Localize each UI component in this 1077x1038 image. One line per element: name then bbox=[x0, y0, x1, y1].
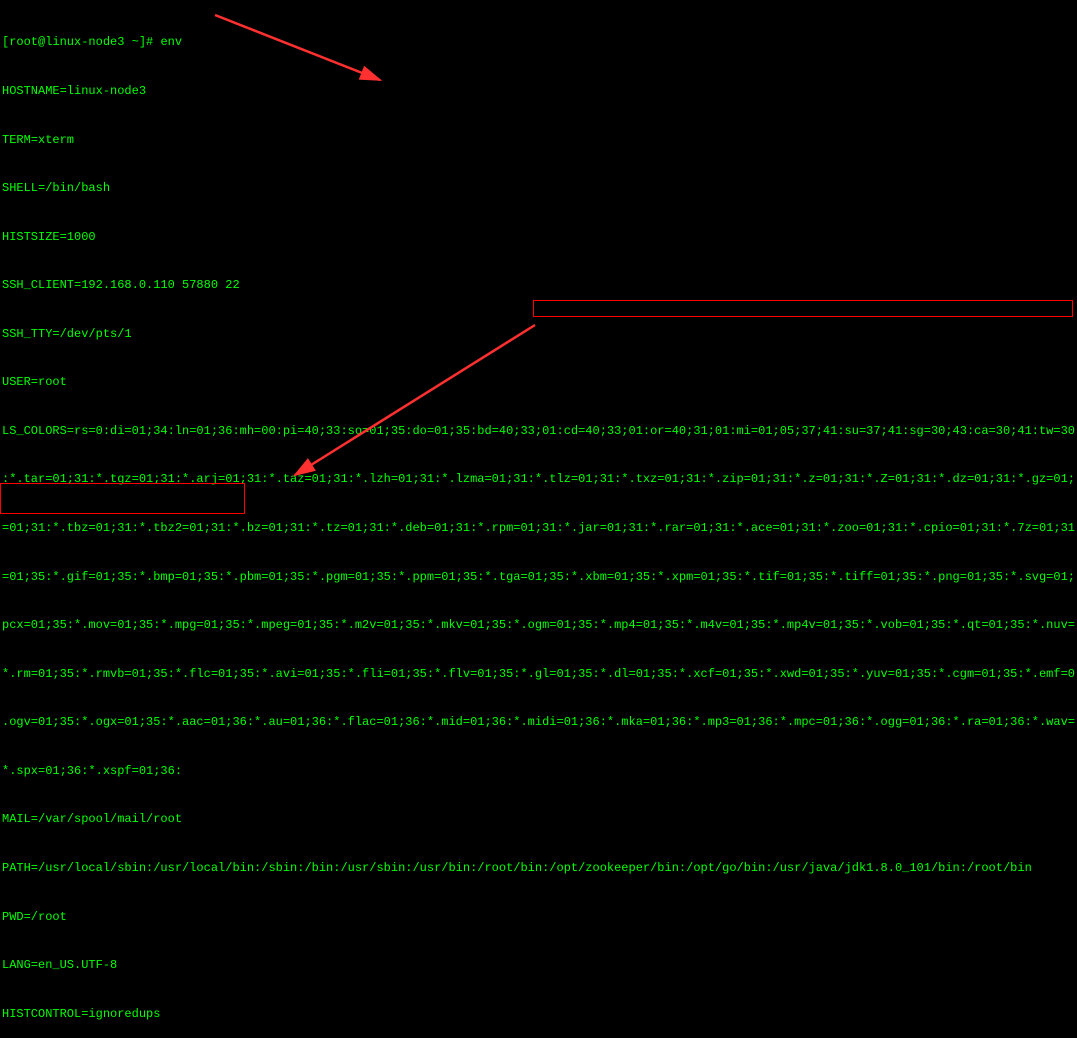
terminal-output: [root@linux-node3 ~]# env HOSTNAME=linux… bbox=[2, 2, 1075, 1038]
env-line: USER=root bbox=[2, 374, 1075, 390]
env-line: TERM=xterm bbox=[2, 132, 1075, 148]
shell-prompt: [root@linux-node3 ~]# bbox=[2, 35, 160, 49]
env-line: SSH_CLIENT=192.168.0.110 57880 22 bbox=[2, 277, 1075, 293]
env-line: MAIL=/var/spool/mail/root bbox=[2, 811, 1075, 827]
env-line: *.spx=01;36:*.xspf=01;36: bbox=[2, 763, 1075, 779]
env-line: PWD=/root bbox=[2, 909, 1075, 925]
env-line: :*.tar=01;31:*.tgz=01;31:*.arj=01;31:*.t… bbox=[2, 471, 1075, 487]
env-line: HOSTNAME=linux-node3 bbox=[2, 83, 1075, 99]
env-line: LANG=en_US.UTF-8 bbox=[2, 957, 1075, 973]
env-line: PATH=/usr/local/sbin:/usr/local/bin:/sbi… bbox=[2, 860, 1075, 876]
env-line: .ogv=01;35:*.ogx=01;35:*.aac=01;36:*.au=… bbox=[2, 714, 1075, 730]
env-line: SHELL=/bin/bash bbox=[2, 180, 1075, 196]
command-text: env bbox=[160, 35, 182, 49]
env-line: *.rm=01;35:*.rmvb=01;35:*.flc=01;35:*.av… bbox=[2, 666, 1075, 682]
env-line: =01;35:*.gif=01;35:*.bmp=01;35:*.pbm=01;… bbox=[2, 569, 1075, 585]
env-line: LS_COLORS=rs=0:di=01;34:ln=01;36:mh=00:p… bbox=[2, 423, 1075, 439]
env-line: SSH_TTY=/dev/pts/1 bbox=[2, 326, 1075, 342]
prompt-line-1[interactable]: [root@linux-node3 ~]# env bbox=[2, 34, 1075, 50]
env-line: pcx=01;35:*.mov=01;35:*.mpg=01;35:*.mpeg… bbox=[2, 617, 1075, 633]
env-line: HISTCONTROL=ignoredups bbox=[2, 1006, 1075, 1022]
env-line: =01;31:*.tbz=01;31:*.tbz2=01;31:*.bz=01;… bbox=[2, 520, 1075, 536]
env-line: HISTSIZE=1000 bbox=[2, 229, 1075, 245]
